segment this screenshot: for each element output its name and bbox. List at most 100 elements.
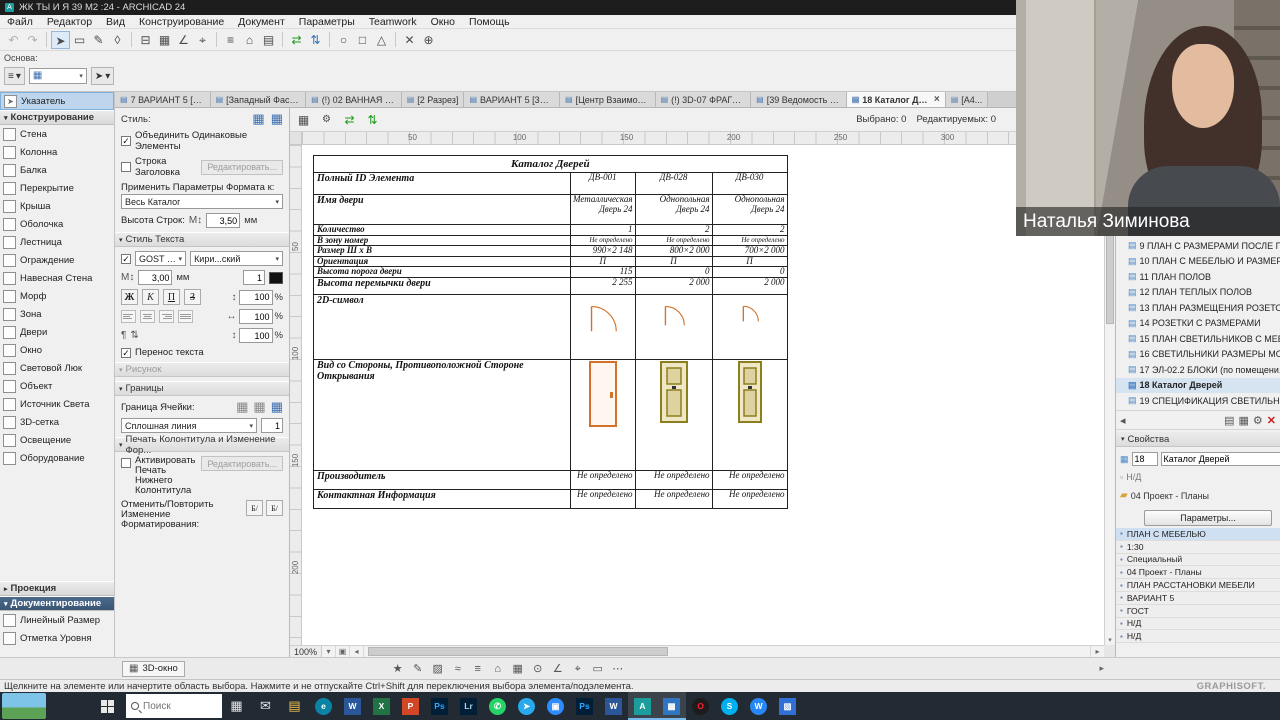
scheme-settings-icon[interactable]: ▦: [294, 111, 313, 129]
tool-item[interactable]: 3D-сетка: [0, 413, 114, 431]
split-cells-icon[interactable]: ⇅: [363, 111, 382, 129]
archicad-file-icon[interactable]: ▦: [657, 692, 686, 720]
snap-point-icon[interactable]: ⌖: [193, 31, 212, 49]
word2-icon[interactable]: W: [599, 692, 628, 720]
width-factor-input[interactable]: [238, 328, 273, 343]
layers-icon[interactable]: ≡: [221, 31, 240, 49]
tool-item[interactable]: Двери: [0, 323, 114, 341]
tool-item[interactable]: Освещение: [0, 431, 114, 449]
menu-item[interactable]: Редактор: [40, 16, 99, 28]
separator[interactable]: [282, 32, 283, 47]
toolbox-section-documentation[interactable]: ▾ Документирование: [0, 596, 114, 611]
document-tab[interactable]: ▤ [39 Ведомость дв... ×: [751, 92, 847, 107]
opera-icon[interactable]: O: [686, 692, 715, 720]
angle-icon[interactable]: ∠: [549, 661, 567, 677]
grid-snap-icon[interactable]: ▦: [155, 31, 174, 49]
align-right-button[interactable]: [159, 310, 174, 323]
footer-print-checkbox[interactable]: [121, 458, 131, 468]
merge-cells-icon[interactable]: ⇄: [340, 111, 359, 129]
line-type-select[interactable]: Сплошная линия: [121, 418, 257, 433]
scroll-right-icon[interactable]: ▸: [1090, 645, 1104, 658]
section-picture[interactable]: ▾ Рисунок: [115, 362, 289, 377]
apply-format-select[interactable]: Весь Каталог: [121, 194, 283, 209]
taskbar-search[interactable]: [126, 694, 222, 718]
tool-item[interactable]: Балка: [0, 161, 114, 179]
align-left-button[interactable]: [121, 310, 136, 323]
tool-item[interactable]: Лестница: [0, 233, 114, 251]
wrap-text-checkbox[interactable]: [121, 347, 131, 358]
tool-item[interactable]: Оборудование: [0, 449, 114, 467]
clone-folder-icon[interactable]: ▤: [1224, 414, 1234, 427]
favorites-icon[interactable]: ★: [389, 661, 407, 677]
fit-view-icon[interactable]: ▣: [336, 645, 351, 658]
view-map-item[interactable]: ▤ 18 Каталог Дверей: [1116, 377, 1280, 393]
skype-icon[interactable]: S: [715, 692, 744, 720]
pointer-mode-button[interactable]: ➤ ▾: [90, 67, 115, 85]
excel-icon[interactable]: X: [367, 692, 396, 720]
tracker-icon[interactable]: ⌖: [569, 661, 587, 677]
table-style-icon[interactable]: ▦: [252, 112, 264, 126]
delete-icon[interactable]: ✕: [400, 31, 419, 49]
tool-item[interactable]: Ограждение: [0, 251, 114, 269]
header-row-checkbox[interactable]: [121, 162, 131, 172]
view-map-item[interactable]: ▤ 17 ЭЛ-02.2 БЛОКИ (по помещени...: [1116, 362, 1280, 378]
favorites-dropdown-icon[interactable]: ≡ ▾: [4, 67, 25, 85]
collapse-left-icon[interactable]: ◂: [1120, 414, 1126, 427]
new-viewpoint-icon[interactable]: ▦: [1239, 414, 1249, 427]
border-all-icon[interactable]: ▦: [271, 400, 283, 414]
transfer-settings-icon[interactable]: ⇄: [287, 31, 306, 49]
tool-item[interactable]: Отметка Уровня: [0, 629, 114, 647]
pencil-icon[interactable]: ✎: [89, 31, 108, 49]
pen-color-icon[interactable]: ✎: [409, 661, 427, 677]
undo-format-button[interactable]: Б/: [246, 500, 263, 516]
view-setting-row[interactable]: ▪ ПЛАН С МЕБЕЛЬЮ: [1116, 528, 1280, 541]
menu-item[interactable]: Параметры: [292, 16, 362, 28]
view-map-item[interactable]: ▤ 19 СПЕЦИФИКАЦИЯ СВЕТИЛЬНИ...: [1116, 393, 1280, 409]
document-tab[interactable]: ▤ [Центр Взаимоде... ×: [560, 92, 656, 107]
zoom-menu-icon[interactable]: ▾: [322, 645, 337, 658]
view-setting-row[interactable]: ▪ Н/Д: [1116, 617, 1280, 631]
views-icon[interactable]: ▤: [259, 31, 278, 49]
delete-view-icon[interactable]: ✕: [1267, 414, 1276, 427]
tool-item[interactable]: Световой Люк: [0, 359, 114, 377]
script-select[interactable]: Кири...ский: [190, 251, 283, 266]
view-map-item[interactable]: ▤ 9 ПЛАН С РАЗМЕРАМИ ПОСЛЕ Г...: [1116, 238, 1280, 254]
file-explorer-icon[interactable]: ▤: [280, 692, 309, 720]
border-pen-input[interactable]: [261, 418, 283, 433]
weather-widget[interactable]: [2, 693, 46, 719]
pen-number-input[interactable]: [243, 270, 265, 285]
line-spacing-input[interactable]: [238, 289, 273, 305]
document-tab[interactable]: ▤ 7 ВАРИАНТ 5 [1. 1... ×: [115, 92, 211, 107]
bold-button[interactable]: Ж: [121, 289, 138, 305]
font-checkbox[interactable]: [121, 253, 131, 264]
separator[interactable]: [46, 32, 47, 47]
close-tab-icon[interactable]: ×: [934, 94, 940, 105]
font-select[interactable]: GOST Common: [135, 251, 187, 266]
tracking-input[interactable]: [238, 309, 273, 324]
guide-angle-icon[interactable]: ∠: [174, 31, 193, 49]
whatsapp-icon[interactable]: ✆: [483, 692, 512, 720]
document-tab[interactable]: ▤ (!) 02 ВАННАЯ [02... ×: [306, 92, 402, 107]
strike-button[interactable]: З: [184, 289, 201, 305]
tool-item[interactable]: Оболочка: [0, 215, 114, 233]
font-size-input[interactable]: [138, 270, 173, 285]
align-center-button[interactable]: [140, 310, 155, 323]
scroll-down-icon[interactable]: ▾: [1105, 636, 1115, 644]
document-tab[interactable]: ▤ 18 Каталог Двер... ×: [846, 92, 946, 107]
scroll-left-icon[interactable]: ◂: [350, 645, 365, 658]
paint-icon[interactable]: ▧: [773, 692, 802, 720]
document-tab[interactable]: ▤ [2 Разрез] ×: [401, 92, 465, 107]
tool-item[interactable]: Объект: [0, 377, 114, 395]
align-justify-button[interactable]: [178, 310, 193, 323]
paragraph-icon[interactable]: ¶: [121, 330, 126, 341]
gear-icon[interactable]: ⚙: [317, 111, 336, 129]
border-outline-icon[interactable]: ▦: [253, 400, 265, 414]
menu-item[interactable]: Конструирование: [132, 16, 231, 28]
schedule-sheet[interactable]: Каталог Дверей Полный ID Элемента ДВ-001…: [302, 145, 1104, 645]
document-tab[interactable]: ▤ ВАРИАНТ 5 [3D / ... ×: [464, 92, 560, 107]
underline-button[interactable]: П: [163, 289, 180, 305]
zoom-level[interactable]: 100%: [290, 645, 323, 658]
powerpoint-icon[interactable]: P: [396, 692, 425, 720]
toolbox-section-projection[interactable]: ▸ Проекция: [0, 581, 114, 596]
menu-item[interactable]: Файл: [0, 16, 40, 28]
